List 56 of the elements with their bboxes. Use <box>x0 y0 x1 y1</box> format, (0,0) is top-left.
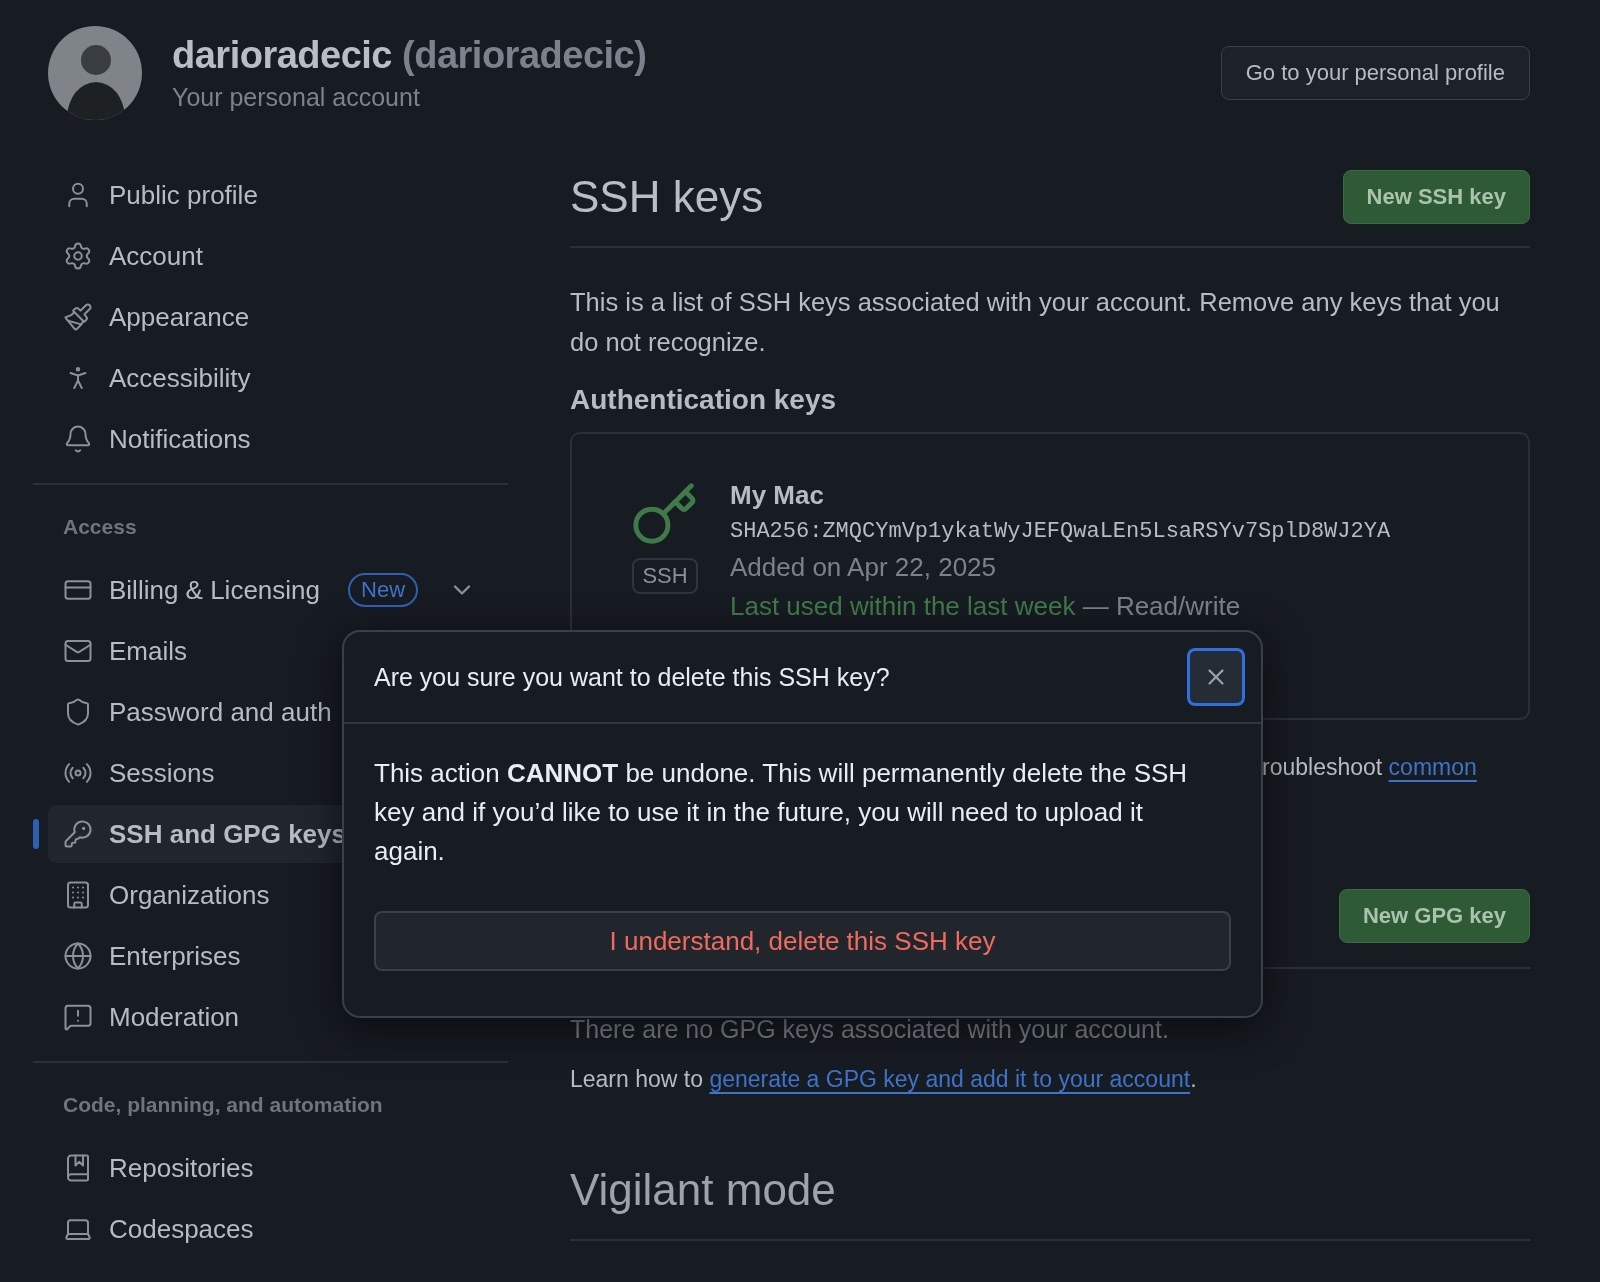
sidebar-item[interactable]: Repositories <box>48 1139 508 1197</box>
delete-button[interactable]: I understand, delete this SSH key <box>374 911 1231 971</box>
item-label: Sessions <box>109 757 215 789</box>
dialog-title: Are you sure you want to delete this SSH key? <box>374 662 890 692</box>
item-label: SSH and GPG keys <box>109 818 346 850</box>
globe-icon <box>63 941 93 971</box>
page-title: SSH keys <box>570 172 764 222</box>
item-label: Codespaces <box>109 1213 254 1245</box>
sidebar-item[interactable]: Moderation <box>48 988 508 1046</box>
item-label: Repositories <box>109 1152 254 1184</box>
item-label: Appearance <box>109 301 250 333</box>
empty-message: There are no GPG keys associated with your account. <box>570 1015 1170 1044</box>
new-badge: New <box>348 573 419 607</box>
new-ssh-key-button[interactable]: New SSH key <box>1342 170 1530 224</box>
item-label: Emails <box>109 635 187 667</box>
sidebar-item[interactable]: Billing & Licensing New <box>48 561 508 619</box>
account-name: darioradecic (darioradecic) <box>172 34 647 77</box>
selection-indicator <box>33 819 39 849</box>
key-icon <box>63 819 93 849</box>
item-label: Enterprises <box>109 940 241 972</box>
item-label: Public profile <box>109 179 258 211</box>
sidebar-item[interactable]: Account <box>48 227 508 285</box>
sidebar-item[interactable]: Codespaces <box>48 1200 508 1258</box>
gpg-guide-link[interactable]: generate a GPG key and add it to your account <box>709 1066 1191 1092</box>
account-subtitle: Your personal account <box>172 83 421 112</box>
close-button[interactable] <box>1187 648 1245 706</box>
message-alert-icon <box>63 1002 93 1032</box>
section-heading: Access <box>62 514 138 540</box>
item-label: Moderation <box>109 1001 240 1033</box>
key-name: My Mac <box>730 480 825 511</box>
item-label: Billing & Licensing <box>109 574 320 606</box>
item-label: Password and auth <box>109 696 332 728</box>
help-text: roubleshoot <box>1262 754 1384 780</box>
new-gpg-key-button[interactable]: New GPG key <box>1338 889 1530 943</box>
help-link[interactable]: common <box>1388 754 1477 780</box>
item-label: Organizations <box>109 879 270 911</box>
sidebar-item[interactable]: Appearance <box>48 288 508 346</box>
key-type-label: SSH <box>632 558 698 594</box>
bell-icon <box>63 424 93 454</box>
sidebar-item[interactable]: Public profile <box>48 166 508 224</box>
section-heading: Code, planning, and automation <box>62 1092 384 1118</box>
sidebar-item[interactable]: Notifications <box>48 410 508 468</box>
section-title: Vigilant mode <box>570 1165 1530 1241</box>
profile-button[interactable]: Go to your personal profile <box>1220 46 1530 100</box>
item-label: Account <box>109 240 203 272</box>
key-fingerprint: SHA256:ZMQCYmVp1ykatWyJEFQwaLEn5LsaRSYv7SplD8WJ2YA <box>730 519 1391 544</box>
intro-text: This is a list of SSH keys associated with your account. Remove any keys that you do not recognize. <box>570 287 1501 358</box>
item-label: Accessibility <box>109 362 251 394</box>
sidebar-item[interactable]: Accessibility <box>48 349 508 407</box>
paintbrush-icon <box>63 302 93 332</box>
key-added-date: Added on Apr 22, 2025 <box>730 552 997 583</box>
item-label: Notifications <box>109 423 251 455</box>
section-heading: Authentication keys <box>570 384 838 416</box>
gear-icon <box>63 241 93 271</box>
key-usage: Last used within the last week — Read/write <box>730 591 1242 622</box>
learn-text: Learn how to generate a GPG key and add it to your account. <box>570 1066 1198 1093</box>
